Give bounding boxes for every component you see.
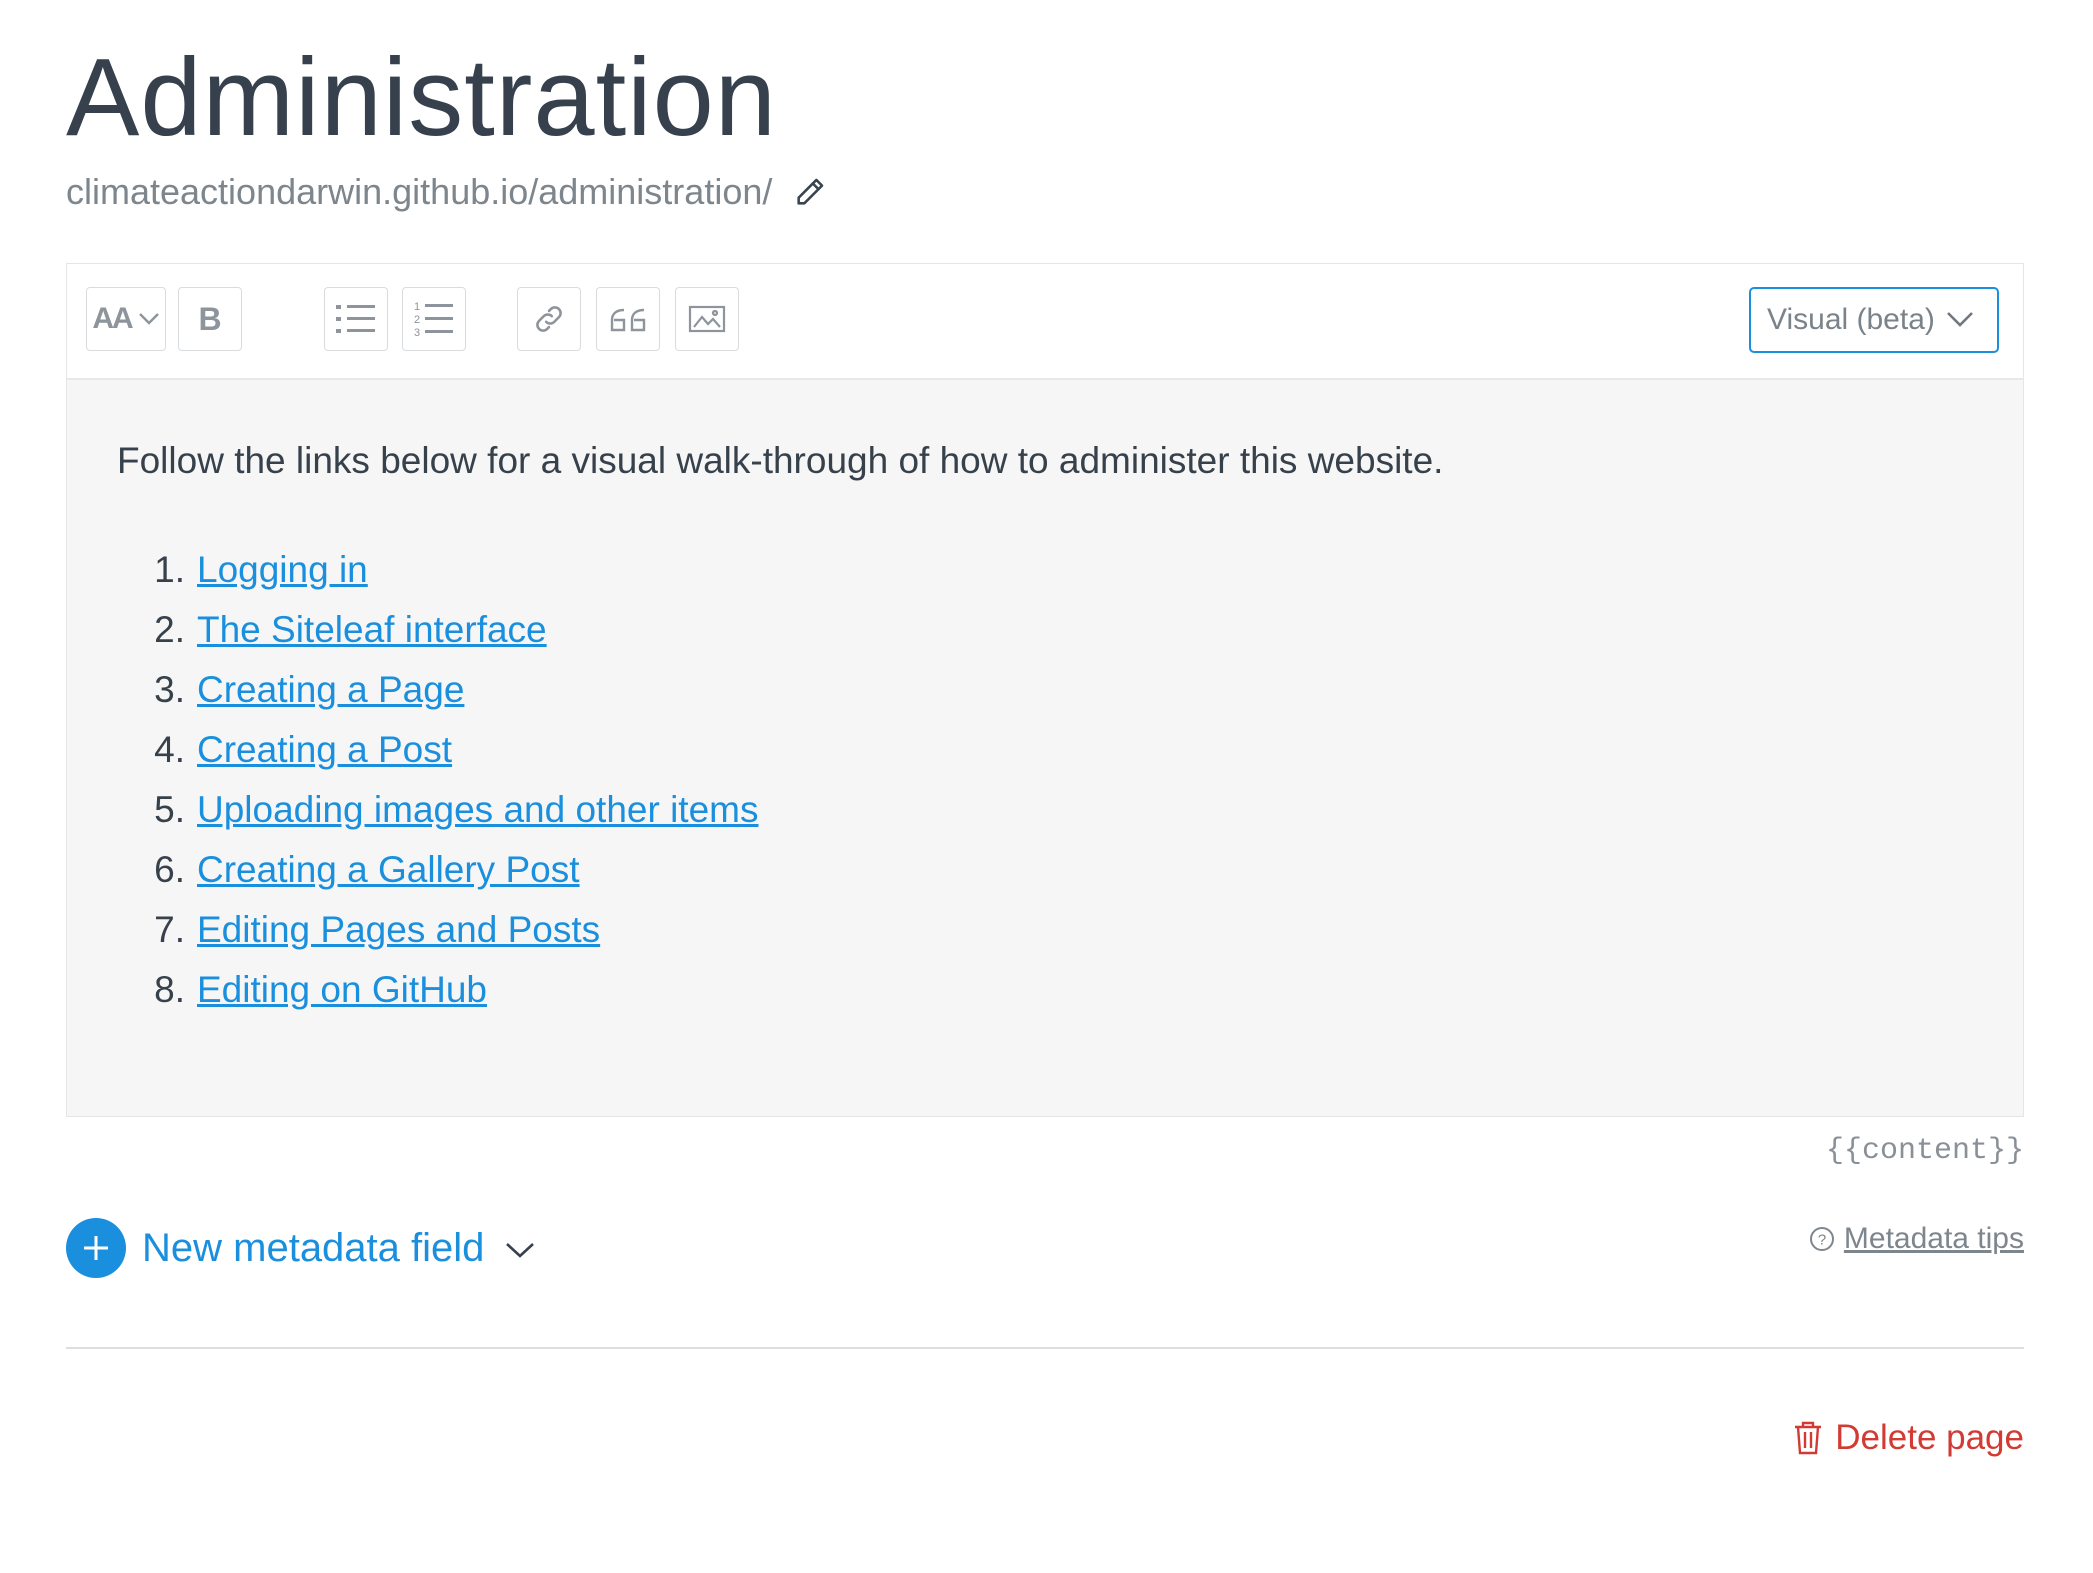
bold-icon: B <box>198 300 222 337</box>
metadata-tips-label: Metadata tips <box>1843 1222 2024 1255</box>
permalink-text: climateactiondarwin.github.io/administra… <box>66 171 773 212</box>
content-body[interactable]: Follow the links below for a visual walk… <box>67 380 2023 1116</box>
svg-text:1: 1 <box>414 301 420 313</box>
link-editing-pages-posts[interactable]: Editing Pages and Posts <box>197 909 600 951</box>
list-item: 7. Editing Pages and Posts <box>145 900 759 960</box>
page-title[interactable]: Administration <box>66 28 777 168</box>
page: Administration climateactiondarwin.githu… <box>0 0 2093 1573</box>
svg-text:2: 2 <box>414 314 420 326</box>
numbered-list-button[interactable]: 1 2 3 <box>402 287 466 351</box>
trash-icon <box>1795 1421 1822 1455</box>
chevron-down-icon <box>506 1243 535 1258</box>
bullet-list-icon <box>336 305 375 333</box>
bullet-list-button[interactable] <box>324 287 388 351</box>
divider <box>66 1347 2024 1349</box>
list-item: 8. Editing on GitHub <box>145 960 759 1020</box>
list-item: 3. Creating a Page <box>145 660 759 720</box>
editor-toolbar: AA B 1 2 3 Visual (beta) <box>67 264 2023 380</box>
bold-button[interactable]: B <box>178 287 242 351</box>
pencil-icon <box>797 178 824 205</box>
admin-link-list: 1. Logging in 2. The Siteleaf interface 3.… <box>145 540 759 1020</box>
list-number: 5. <box>154 789 185 830</box>
list-item: 4. Creating a Post <box>145 720 759 780</box>
help-circle-icon: ? <box>1809 1227 1834 1251</box>
list-item: 2. The Siteleaf interface <box>145 600 759 660</box>
editor-mode-select[interactable]: Visual (beta) <box>1749 287 1999 353</box>
link-logging-in[interactable]: Logging in <box>197 549 368 591</box>
numbered-list-icon: 1 2 3 <box>414 301 453 339</box>
edit-permalink-button[interactable] <box>790 172 830 212</box>
quote-icon <box>610 308 646 332</box>
editor-mode-value: Visual (beta) <box>1767 303 1935 336</box>
list-number: 8. <box>154 969 185 1010</box>
svg-text:3: 3 <box>414 327 420 339</box>
quote-button[interactable] <box>596 287 660 351</box>
intro-text: Follow the links below for a visual walk… <box>117 440 1444 481</box>
image-button[interactable] <box>675 287 739 351</box>
link-creating-post[interactable]: Creating a Post <box>197 729 452 771</box>
new-metadata-field-button[interactable]: New metadata field <box>66 1218 536 1278</box>
image-icon <box>688 305 726 333</box>
content-editor: AA B 1 2 3 Visual (beta) Follow the link… <box>66 263 2024 1117</box>
link-button[interactable] <box>517 287 581 351</box>
link-creating-page[interactable]: Creating a Page <box>197 669 464 711</box>
list-number: 3. <box>154 669 185 710</box>
metadata-tips-link[interactable]: ? Metadata tips <box>1808 1222 2024 1256</box>
svg-text:?: ? <box>1818 1232 1826 1249</box>
delete-page-label: Delete page <box>1835 1418 2024 1457</box>
new-metadata-field-label: New metadata field <box>142 1225 485 1270</box>
list-number: 4. <box>154 729 185 770</box>
permalink-row: climateactiondarwin.github.io/administra… <box>66 168 830 216</box>
link-icon <box>536 306 562 332</box>
link-uploading-images[interactable]: Uploading images and other items <box>197 789 759 831</box>
delete-page-button[interactable]: Delete page <box>1793 1418 2024 1458</box>
content-liquid-tag: {{content}} <box>1825 1134 2024 1168</box>
plus-icon <box>66 1218 126 1278</box>
list-number: 7. <box>154 909 185 950</box>
list-item: 6. Creating a Gallery Post <box>145 840 759 900</box>
chevron-down-icon <box>1947 312 1973 327</box>
list-number: 6. <box>154 849 185 890</box>
list-number: 2. <box>154 609 185 650</box>
link-editing-github[interactable]: Editing on GitHub <box>197 969 487 1011</box>
chevron-down-icon <box>138 313 159 325</box>
link-siteleaf-interface[interactable]: The Siteleaf interface <box>197 609 547 651</box>
list-item: 5. Uploading images and other items <box>145 780 759 840</box>
heading-label: AA <box>92 302 133 335</box>
heading-button[interactable]: AA <box>86 287 166 351</box>
list-number: 1. <box>154 549 185 590</box>
list-item: 1. Logging in <box>145 540 759 600</box>
link-gallery-post[interactable]: Creating a Gallery Post <box>197 849 580 891</box>
text-size-icon: AA <box>92 302 133 336</box>
